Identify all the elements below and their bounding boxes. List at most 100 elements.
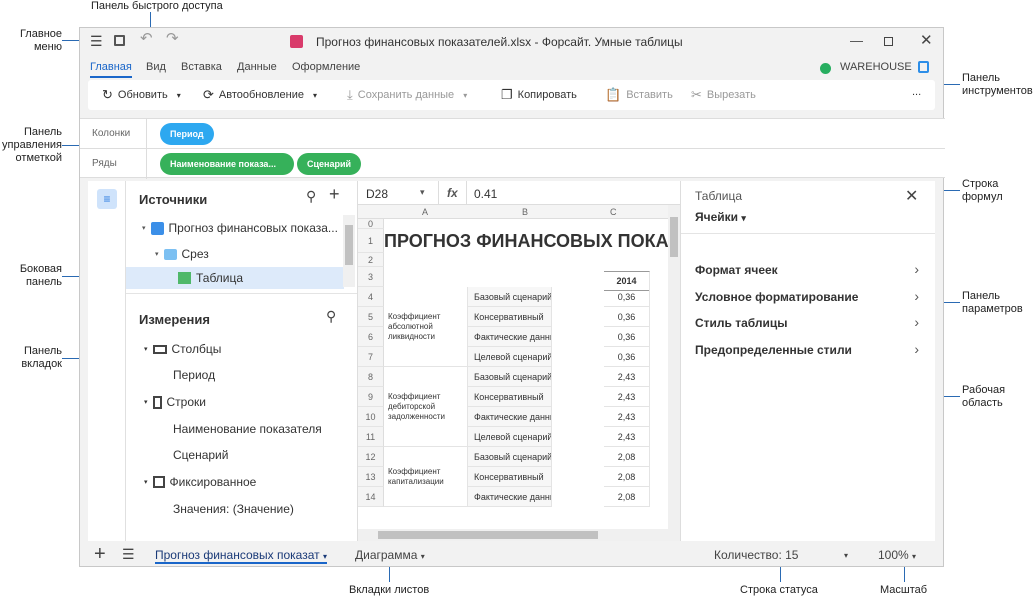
sheet-tab-chart[interactable]: Диаграмма ▾ [355,548,425,562]
dim-indicator[interactable]: Наименование показателя [173,422,322,436]
value-cell[interactable]: 2,43 [604,407,650,427]
dim-columns[interactable]: ▾ Столбцы [144,342,221,356]
tab-view[interactable]: Вид [146,61,166,73]
param-cell-format[interactable]: Формат ячеек [695,263,778,277]
value-cell[interactable]: 2,08 [604,467,650,487]
value-cell[interactable]: 2,43 [604,387,650,407]
horizontal-scrollbar[interactable] [358,529,680,541]
row-header[interactable]: 3 [358,267,384,287]
scenario-cell[interactable]: Базовый сценарий [468,367,552,387]
hamburger-menu-icon[interactable]: ☰ [90,34,103,48]
formula-input[interactable]: 0.41 [474,187,497,201]
row-header[interactable]: 5 [358,307,384,327]
indicator-group-cell[interactable]: Коэффициент дебиторской задолженности [384,367,468,447]
scenario-cell[interactable]: Консервативный [468,387,552,407]
param-predefined-styles[interactable]: Предопределенные стили [695,343,852,357]
dim-rows[interactable]: ▾ Строки [144,395,206,409]
minimize-button[interactable]: — [850,33,863,48]
row-header[interactable]: 9 [358,387,384,407]
refresh-button[interactable]: ↻ Обновить ▾ [102,88,181,101]
param-table-style[interactable]: Стиль таблицы [695,316,788,330]
row-header[interactable]: 12 [358,447,384,467]
value-cell[interactable]: 2,08 [604,487,650,507]
zoom-level[interactable]: 100% ▾ [878,548,916,562]
row-header[interactable]: 0 [358,219,384,229]
close-window-button[interactable]: ✕ [920,31,933,49]
value-cell[interactable]: 0,36 [604,307,650,327]
undo-icon[interactable]: ↶ [140,31,153,46]
sheet-title-cell[interactable]: ПРОГНОЗ ФИНАНСОВЫХ ПОКАЗАТЕЛЕЙ [384,229,669,253]
side-panel-toggle-icon[interactable] [918,61,929,73]
tab-home[interactable]: Главная [90,61,132,78]
more-button[interactable]: ... [912,86,921,98]
tab-design[interactable]: Оформление [292,61,360,73]
autorefresh-button[interactable]: ⟳ Автообновление ▾ [203,88,317,101]
column-header-c[interactable]: C [610,207,617,217]
column-header-b[interactable]: B [522,207,528,217]
paste-button[interactable]: 📋 Вставить [605,88,673,101]
indicator-group-cell[interactable]: Коэффициент капитализации [384,447,468,507]
tab-data[interactable]: Данные [237,61,277,73]
value-cell[interactable]: 2,43 [604,367,650,387]
row-pill-indicator[interactable]: Наименование показа... [160,153,294,175]
sources-tab-icon[interactable]: ≡ [97,189,117,209]
row-header[interactable]: 11 [358,427,384,447]
scenario-cell[interactable]: Базовый сценарий [468,287,552,307]
row-header[interactable]: 7 [358,347,384,367]
dim-period[interactable]: Период [173,368,215,382]
row-header[interactable]: 6 [358,327,384,347]
scenario-cell[interactable]: Целевой сценарий [468,347,552,367]
scenario-cell[interactable]: Консервативный [468,307,552,327]
maximize-button[interactable] [884,37,893,46]
tree-item-slice[interactable]: ▾ Срез [155,247,209,261]
indicator-group-cell[interactable]: Коэффициент абсолютной ликвидности [384,287,468,367]
row-header[interactable]: 13 [358,467,384,487]
row-header[interactable]: 10 [358,407,384,427]
copy-button[interactable]: ❐ Копировать [501,88,577,101]
add-source-icon[interactable]: + [329,185,340,203]
scenario-cell[interactable]: Целевой сценарий [468,427,552,447]
value-cell[interactable]: 0,36 [604,287,650,307]
search-dimensions-icon[interactable]: ⚲ [326,309,336,323]
tree-item-workbook[interactable]: ▾ Прогноз финансовых показа... [142,221,338,235]
value-cell[interactable]: 0,36 [604,327,650,347]
column-pill-period[interactable]: Период [160,123,214,145]
column-header-a[interactable]: A [422,207,428,217]
dim-fixed[interactable]: ▾ Фиксированное [144,475,256,489]
vertical-scrollbar[interactable] [668,205,680,529]
row-header[interactable]: 14 [358,487,384,507]
sources-scrollbar[interactable] [343,215,355,287]
redo-icon[interactable]: ↷ [166,31,179,46]
save-icon[interactable] [114,35,125,46]
scenario-cell[interactable]: Фактические данные [468,407,552,427]
scenario-cell[interactable]: Фактические данные [468,487,552,507]
value-cell[interactable]: 2,43 [604,427,650,447]
scenario-cell[interactable]: Консервативный [468,467,552,487]
save-data-button[interactable]: ⤓ Сохранить данные ▾ [347,88,467,101]
add-sheet-icon[interactable]: + [94,543,106,566]
params-section-dropdown[interactable]: Ячейки ▾ [695,210,746,224]
value-cell[interactable]: 0,36 [604,347,650,367]
close-params-icon[interactable]: ✕ [905,186,918,206]
tree-item-table[interactable]: Таблица [126,267,344,289]
sheet-tab-forecast[interactable]: Прогноз финансовых показат ▾ [155,548,327,564]
row-header[interactable]: 1 [358,229,384,253]
cell-reference[interactable]: D28 [366,187,388,201]
scenario-cell[interactable]: Базовый сценарий [468,447,552,467]
status-count-chevron-icon[interactable]: ▾ [844,551,848,560]
cell-reference-chevron-icon[interactable]: ▾ [420,187,425,198]
tab-insert[interactable]: Вставка [181,61,222,73]
search-icon[interactable]: ⚲ [306,189,316,203]
row-header[interactable]: 2 [358,253,384,267]
param-conditional-format[interactable]: Условное форматирование [695,290,858,304]
dim-values[interactable]: Значения: (Значение) [173,502,294,516]
cut-button[interactable]: ✂ Вырезать [691,88,756,101]
repository-name[interactable]: WAREHOUSE [840,61,912,73]
dim-scenario[interactable]: Сценарий [173,448,228,462]
row-pill-scenario[interactable]: Сценарий [297,153,362,175]
row-header[interactable]: 4 [358,287,384,307]
sheet-list-icon[interactable]: ☰ [122,546,135,563]
scenario-cell[interactable]: Фактические данные [468,327,552,347]
value-cell[interactable]: 2,08 [604,447,650,467]
row-header[interactable]: 8 [358,367,384,387]
